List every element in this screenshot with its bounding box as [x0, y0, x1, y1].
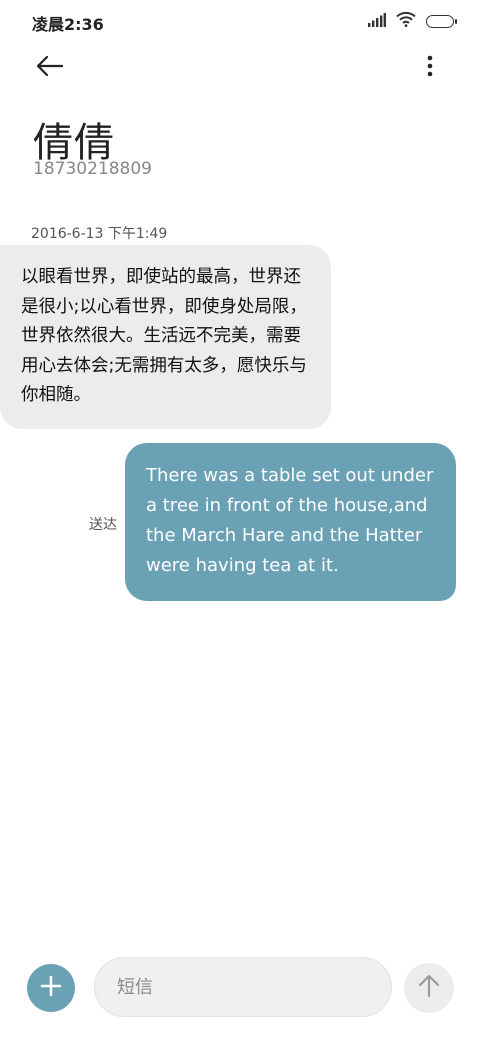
add-attachment-button[interactable] — [27, 964, 75, 1012]
plus-icon — [40, 975, 62, 1001]
incoming-message-bubble[interactable]: 以眼看世界，即使站的最高，世界还是很小;以心看世界，即使身处局限，世界依然很大。… — [0, 245, 331, 429]
more-vertical-icon — [427, 55, 433, 81]
outgoing-message-bubble[interactable]: There was a table set out under a tree i… — [125, 443, 456, 601]
battery-icon — [426, 14, 457, 28]
status-time: 凌晨2:36 — [32, 15, 104, 34]
send-arrow-up-icon — [418, 974, 440, 1002]
contact-number: 18730218809 — [33, 159, 152, 179]
message-input[interactable] — [94, 957, 392, 1017]
status-bar: 凌晨2:36 — [0, 0, 480, 44]
back-button[interactable] — [30, 52, 70, 84]
delivery-status: 送达 — [89, 517, 117, 533]
message-timestamp: 2016-6-13 下午1:49 — [31, 226, 168, 242]
status-icons — [368, 11, 457, 31]
send-button[interactable] — [404, 963, 454, 1013]
more-options-button[interactable] — [416, 52, 444, 84]
back-arrow-icon — [36, 55, 64, 81]
signal-icon — [368, 12, 386, 31]
wifi-icon — [396, 11, 416, 31]
